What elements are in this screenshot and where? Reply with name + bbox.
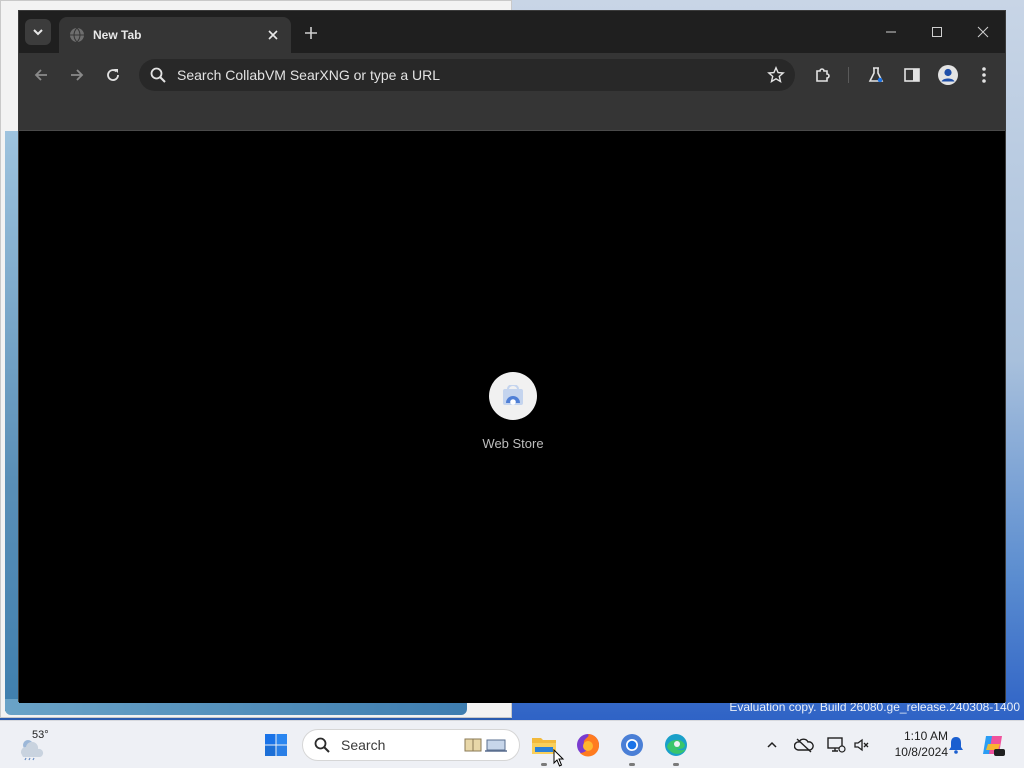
bell-icon bbox=[949, 737, 963, 754]
menu-button[interactable] bbox=[972, 63, 996, 87]
taskbar-search[interactable]: Search bbox=[302, 729, 520, 761]
search-icon bbox=[314, 737, 330, 753]
shortcut-tile[interactable] bbox=[489, 372, 537, 420]
maximize-button[interactable] bbox=[917, 19, 957, 45]
reload-icon bbox=[107, 69, 119, 81]
start-button[interactable] bbox=[260, 729, 292, 761]
side-panel-icon bbox=[904, 68, 920, 82]
new-tab-page: Web Store bbox=[19, 132, 1005, 703]
globe-icon bbox=[70, 27, 84, 43]
tab-new-tab[interactable]: New Tab bbox=[59, 17, 291, 53]
firefox-icon bbox=[577, 734, 600, 757]
new-tab-button[interactable] bbox=[299, 21, 323, 45]
flask-icon bbox=[868, 67, 884, 83]
tab-title: New Tab bbox=[93, 28, 142, 42]
browser-toolbar: Search CollabVM SearXNG or type a URL bbox=[19, 53, 1005, 97]
back-arrow-icon bbox=[34, 69, 47, 81]
windows-logo-icon bbox=[265, 734, 287, 756]
close-window-button[interactable] bbox=[963, 19, 1003, 45]
speaker-muted-icon bbox=[854, 738, 869, 752]
toolbar-divider bbox=[848, 67, 849, 83]
bookmarks-bar bbox=[19, 97, 1005, 131]
profile-icon bbox=[938, 65, 958, 85]
web-store-icon bbox=[503, 385, 523, 405]
taskbar: 53° Search 1:10 AM 10/8/2024 bbox=[0, 720, 1024, 768]
side-panel-button[interactable] bbox=[900, 63, 924, 87]
network-button[interactable] bbox=[826, 735, 846, 755]
chevron-down-icon bbox=[33, 29, 43, 36]
taskbar-edge[interactable] bbox=[660, 729, 692, 766]
taskbar-chrome[interactable] bbox=[616, 729, 648, 766]
shortcut-label: Web Store bbox=[482, 436, 544, 451]
puzzle-icon bbox=[816, 68, 830, 82]
volume-button[interactable] bbox=[852, 735, 872, 755]
maximize-icon bbox=[932, 27, 942, 37]
running-indicator bbox=[673, 763, 679, 766]
search-highlight-icon bbox=[464, 738, 507, 752]
shortcut-web-store[interactable]: Web Store bbox=[473, 372, 553, 451]
system-clock[interactable]: 1:10 AM 10/8/2024 bbox=[878, 728, 948, 760]
show-hidden-icons-button[interactable] bbox=[762, 735, 782, 755]
forward-arrow-icon bbox=[71, 69, 84, 81]
taskbar-search-placeholder: Search bbox=[341, 737, 386, 753]
display-network-icon bbox=[827, 737, 846, 753]
kebab-menu-icon bbox=[982, 67, 986, 83]
clock-date: 10/8/2024 bbox=[894, 745, 948, 759]
running-indicator bbox=[629, 763, 635, 766]
chrome-icon bbox=[621, 734, 643, 756]
reload-button[interactable] bbox=[101, 63, 125, 87]
forward-button[interactable] bbox=[65, 63, 89, 87]
star-icon[interactable] bbox=[767, 66, 785, 84]
chevron-up-icon bbox=[767, 741, 777, 748]
extensions-button[interactable] bbox=[811, 63, 835, 87]
notifications-button[interactable] bbox=[946, 735, 966, 755]
copilot-button[interactable] bbox=[980, 732, 1006, 758]
minimize-icon bbox=[886, 31, 896, 33]
tab-search-button[interactable] bbox=[25, 19, 51, 45]
close-tab-button[interactable] bbox=[265, 27, 281, 43]
weather-widget[interactable]: 53° bbox=[18, 729, 58, 761]
close-icon bbox=[268, 30, 278, 40]
tab-strip: New Tab bbox=[19, 11, 1005, 53]
taskbar-firefox[interactable] bbox=[572, 729, 604, 761]
edge-icon bbox=[665, 734, 687, 756]
address-bar[interactable]: Search CollabVM SearXNG or type a URL bbox=[139, 59, 795, 91]
weather-temperature: 53° bbox=[32, 729, 49, 741]
address-bar-placeholder: Search CollabVM SearXNG or type a URL bbox=[177, 67, 440, 83]
cloud-offline-icon bbox=[794, 738, 814, 753]
search-icon bbox=[150, 67, 166, 83]
browser-window: New Tab Search CollabVM SearXNG or type … bbox=[18, 10, 1006, 703]
minimize-button[interactable] bbox=[871, 19, 911, 45]
clock-time: 1:10 AM bbox=[903, 729, 948, 743]
profile-button[interactable] bbox=[936, 63, 960, 87]
mouse-cursor-icon bbox=[553, 749, 565, 767]
plus-icon bbox=[305, 27, 317, 39]
copilot-icon bbox=[983, 736, 1005, 756]
background-sea-image bbox=[5, 131, 19, 711]
back-button[interactable] bbox=[29, 63, 53, 87]
close-icon bbox=[977, 26, 989, 38]
running-indicator bbox=[541, 763, 547, 766]
onedrive-button[interactable] bbox=[794, 735, 814, 755]
labs-button[interactable] bbox=[864, 63, 888, 87]
